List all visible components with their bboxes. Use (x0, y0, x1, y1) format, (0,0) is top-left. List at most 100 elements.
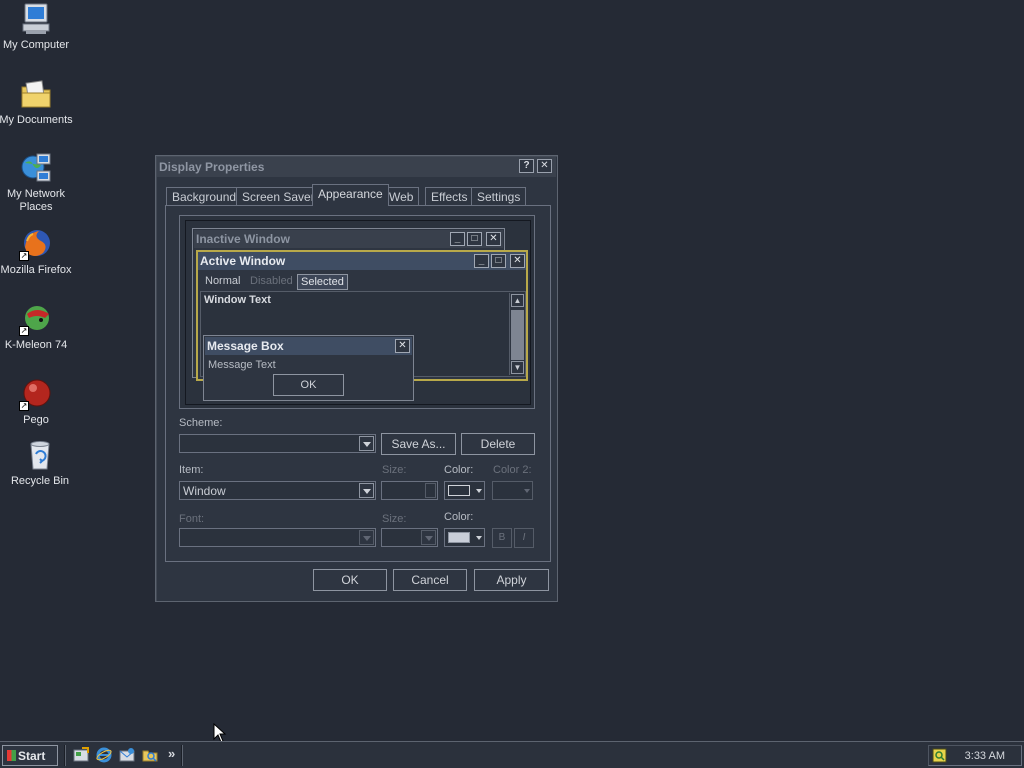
apply-button[interactable]: Apply (474, 569, 549, 591)
active-window-title: Active Window (200, 254, 286, 268)
font-label: Font: (179, 513, 205, 525)
kmeleon-icon: ↗ (19, 302, 53, 336)
firefox-icon: ↗ (19, 227, 53, 261)
desktop-icon-pego[interactable]: ↗ Pego (0, 377, 74, 427)
quicklaunch-grip (64, 745, 66, 766)
taskbar-grip (181, 745, 183, 766)
menu-normal: Normal (205, 275, 241, 287)
desktop-icon-label: My Documents (0, 114, 73, 126)
font-size-label: Size: (382, 513, 407, 525)
font-size-dropdown[interactable] (381, 528, 438, 547)
pego-icon: ↗ (19, 377, 53, 411)
clock[interactable]: 3:33 AM (965, 750, 1005, 762)
dialog-title: Display Properties (159, 160, 265, 174)
desktop-icon-label: Recycle Bin (10, 475, 70, 487)
spinner-icon (425, 483, 436, 498)
desktop-icon-label: Pego (23, 414, 49, 426)
scheme-dropdown[interactable] (179, 434, 376, 453)
folder-documents-icon (19, 77, 53, 111)
tab-appearance[interactable]: Appearance (312, 184, 389, 206)
menu-disabled: Disabled (250, 275, 293, 287)
font-dropdown[interactable] (179, 528, 376, 547)
close-icon: ✕ (395, 339, 410, 353)
chevron-down-icon (359, 483, 374, 498)
quicklaunch-chevron[interactable]: » (168, 746, 175, 761)
ok-button[interactable]: OK (313, 569, 387, 591)
item-color2-label: Color 2: (493, 464, 532, 476)
message-box-title: Message Box (207, 339, 284, 353)
dialog-titlebar[interactable]: Display Properties ? ✕ (157, 157, 556, 177)
tab-effects[interactable]: Effects (425, 187, 474, 205)
item-dropdown[interactable]: Window (179, 481, 376, 500)
start-button[interactable]: Start (2, 745, 58, 766)
chevron-down-icon (359, 530, 374, 545)
save-as-button[interactable]: Save As... (381, 433, 456, 455)
message-box-ok-button: OK (273, 374, 344, 396)
inactive-window-title: Inactive Window (196, 232, 290, 246)
active-window-titlebar: Active Window _ □ ✕ (198, 252, 526, 270)
bold-button[interactable]: B (492, 528, 512, 548)
chevron-down-icon (524, 489, 530, 493)
close-icon: ✕ (486, 232, 501, 246)
appearance-preview[interactable]: Inactive Window _ □ ✕ Active Window _ □ … (179, 215, 535, 409)
start-label: Start (18, 749, 46, 763)
outlook-express-icon[interactable] (119, 747, 136, 763)
window-text: Window Text (204, 294, 271, 306)
tray-app-icon[interactable] (932, 748, 947, 763)
color-chip (448, 485, 470, 496)
shortcut-arrow-icon: ↗ (19, 326, 29, 336)
cancel-button[interactable]: Cancel (393, 569, 467, 591)
help-button[interactable]: ? (519, 159, 534, 173)
desktop-icon-mozilla-firefox[interactable]: ↗ Mozilla Firefox (0, 227, 74, 277)
taskbar: Start » 3:33 AM (0, 741, 1024, 768)
appearance-panel: Inactive Window _ □ ✕ Active Window _ □ … (165, 205, 551, 562)
shortcut-arrow-icon: ↗ (19, 401, 29, 411)
display-properties-dialog: Display Properties ? ✕ Background Screen… (155, 155, 558, 602)
maximize-icon: □ (467, 232, 482, 246)
desktop-icon-label: My Computer (2, 39, 70, 51)
desktop-icon-label: Mozilla Firefox (0, 264, 72, 276)
desktop-icon-my-network-places[interactable]: My Network Places (0, 151, 74, 214)
maximize-icon: □ (491, 254, 506, 268)
show-desktop-icon[interactable] (73, 747, 90, 763)
minimize-icon: _ (474, 254, 489, 268)
menu-selected: Selected (297, 274, 348, 290)
inactive-window-titlebar: Inactive Window _ □ ✕ (194, 230, 503, 248)
windows-explorer-icon[interactable] (142, 747, 159, 763)
scroll-down-icon: ▼ (511, 361, 524, 374)
item-color-picker[interactable] (444, 481, 485, 500)
chevron-down-icon (359, 436, 374, 451)
item-size-label: Size: (382, 464, 407, 476)
scroll-thumb (511, 310, 524, 360)
item-value: Window (183, 484, 226, 498)
italic-button[interactable]: I (514, 528, 534, 548)
mouse-cursor-icon (213, 723, 227, 743)
item-label: Item: (179, 464, 204, 476)
tab-settings[interactable]: Settings (471, 187, 527, 205)
chevron-down-icon (476, 489, 482, 493)
desktop-icon-my-documents[interactable]: My Documents (0, 77, 74, 127)
delete-button[interactable]: Delete (461, 433, 535, 455)
tab-screen-saver[interactable]: Screen Saver (236, 187, 321, 205)
item-color2-picker[interactable] (492, 481, 533, 500)
tab-background[interactable]: Background (166, 187, 243, 205)
close-icon: ✕ (510, 254, 525, 268)
recycle-bin-icon (23, 438, 57, 472)
item-color-label: Color: (444, 464, 474, 476)
internet-explorer-icon[interactable] (96, 747, 113, 763)
font-color-label: Color: (444, 511, 474, 523)
item-size-spinner[interactable] (381, 481, 438, 500)
desktop-icon-recycle-bin[interactable]: Recycle Bin (2, 438, 78, 488)
preview-scrollbar: ▲ ▼ (509, 293, 524, 375)
system-tray: 3:33 AM (928, 745, 1022, 766)
network-icon (19, 151, 53, 185)
font-color-picker[interactable] (444, 528, 485, 547)
minimize-icon: _ (450, 232, 465, 246)
color-chip (448, 532, 470, 543)
desktop-icon-label: My Network (6, 188, 66, 200)
desktop-icon-my-computer[interactable]: My Computer (0, 2, 74, 52)
shortcut-arrow-icon: ↗ (19, 251, 29, 261)
desktop-icon-k-meleon[interactable]: ↗ K-Meleon 74 (0, 302, 74, 352)
close-button[interactable]: ✕ (537, 159, 552, 173)
message-box-titlebar: Message Box ✕ (205, 337, 412, 355)
